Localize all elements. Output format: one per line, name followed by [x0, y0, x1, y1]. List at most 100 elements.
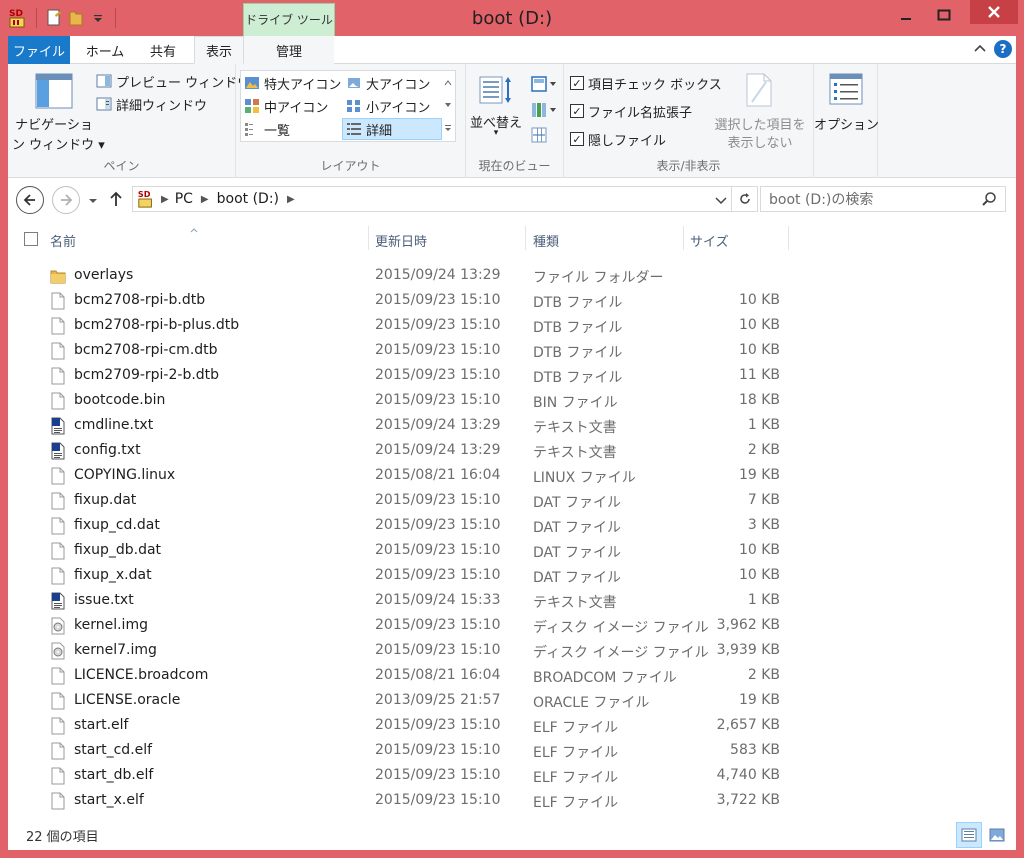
file-row[interactable]: issue.txt 2015/09/24 15:33 テキスト文書 1 KB — [8, 589, 1016, 614]
file-icon — [50, 692, 66, 710]
close-button[interactable] — [970, 0, 1018, 24]
quick-access-toolbar: SD — [8, 6, 120, 30]
properties-icon[interactable] — [45, 9, 63, 27]
address-bar[interactable]: SD ▶ PC ▶ boot (D:) ▶ — [132, 186, 758, 212]
file-row[interactable]: fixup_db.dat 2015/09/23 15:10 DAT ファイル 10 K… — [8, 539, 1016, 564]
layout-gallery-scroll[interactable] — [442, 72, 454, 140]
select-all-checkbox[interactable] — [24, 232, 38, 246]
group-layout: 特大アイコン 大アイコン 中アイコン 小アイコン 一覧 詳細 レイアウト — [236, 64, 466, 178]
column-header-size[interactable]: サイズ — [690, 226, 788, 254]
collapse-ribbon-icon[interactable] — [974, 42, 986, 57]
file-size: 2 KB — [747, 442, 780, 458]
file-row[interactable]: bootcode.bin 2015/09/23 15:10 BIN ファイル 18 K… — [8, 389, 1016, 414]
recent-locations-button[interactable] — [88, 194, 98, 209]
file-row[interactable]: bcm2708-rpi-b-plus.dtb 2015/09/23 15:10 DT… — [8, 314, 1016, 339]
minimize-button[interactable] — [888, 0, 924, 30]
file-row[interactable]: bcm2709-rpi-2-b.dtb 2015/09/23 15:10 DTB フ… — [8, 364, 1016, 389]
new-folder-icon[interactable] — [67, 9, 85, 27]
tab-view[interactable]: 表示 — [194, 36, 244, 64]
qat-separator — [36, 8, 37, 28]
layout-large-icons[interactable]: 大アイコン — [346, 72, 430, 94]
file-type: DTB ファイル — [533, 320, 623, 336]
column-header-type[interactable]: 種類 — [533, 226, 683, 254]
file-row[interactable]: kernel.img 2015/09/23 15:10 ディスク イメージ ファイル… — [8, 614, 1016, 639]
file-row[interactable]: LICENCE.broadcom 2015/08/21 16:04 BROADCOM… — [8, 664, 1016, 689]
add-columns-button[interactable] — [530, 100, 558, 120]
tab-file[interactable]: ファイル — [8, 36, 70, 64]
file-name: config.txt — [74, 442, 141, 458]
column-separator[interactable] — [368, 226, 369, 250]
file-row[interactable]: start_db.elf 2015/09/23 15:10 ELF ファイル 4,74… — [8, 764, 1016, 789]
back-button[interactable] — [16, 186, 44, 214]
file-row[interactable]: cmdline.txt 2015/09/24 13:29 テキスト文書 1 KB — [8, 414, 1016, 439]
group-by-button[interactable] — [530, 74, 558, 94]
column-header-name[interactable]: 名前 — [50, 226, 368, 254]
tab-home[interactable]: ホーム — [78, 36, 132, 64]
file-row[interactable]: fixup_cd.dat 2015/09/23 15:10 DAT ファイル 3 KB — [8, 514, 1016, 539]
breadcrumb-separator[interactable]: ▶ — [287, 194, 295, 205]
layout-extra-large-icons[interactable]: 特大アイコン — [244, 72, 341, 94]
search-icon[interactable] — [981, 191, 997, 211]
address-history-dropdown[interactable] — [715, 193, 727, 209]
title-bar: SD ドライブ ツール boot (D:) — [0, 0, 1024, 37]
customize-qat-icon[interactable] — [89, 9, 107, 27]
file-row[interactable]: fixup.dat 2015/09/23 15:10 DAT ファイル 7 KB — [8, 489, 1016, 514]
options-button[interactable]: オプション — [814, 70, 879, 140]
file-row[interactable]: LICENSE.oracle 2013/09/25 21:57 ORACLE ファイ… — [8, 689, 1016, 714]
preview-pane-button[interactable]: プレビュー ウィンドウ — [96, 70, 250, 92]
file-type: LINUX ファイル — [533, 470, 636, 486]
breadcrumb-boot-drive[interactable]: boot (D:) — [217, 191, 279, 207]
search-box[interactable]: boot (D:)の検索 — [760, 186, 1006, 212]
size-columns-button[interactable] — [530, 126, 550, 146]
layout-medium-icons[interactable]: 中アイコン — [244, 95, 328, 117]
breadcrumb-separator[interactable]: ▶ — [201, 194, 209, 205]
refresh-button[interactable] — [731, 187, 757, 211]
file-row[interactable]: start_x.elf 2015/09/23 15:10 ELF ファイル 3,722… — [8, 789, 1016, 814]
maximize-button[interactable] — [926, 0, 962, 30]
column-separator[interactable] — [788, 226, 789, 250]
hide-selected-items-button[interactable]: 選択した項目を 表示しない — [710, 70, 810, 151]
item-checkboxes-checkbox[interactable]: ✓ — [570, 76, 584, 90]
item-checkboxes-toggle[interactable]: ✓ 項目チェック ボックス — [570, 72, 722, 94]
file-row[interactable]: fixup_x.dat 2015/09/23 15:10 DAT ファイル 10 KB — [8, 564, 1016, 589]
hidden-items-toggle[interactable]: ✓ 隠しファイル — [570, 128, 666, 150]
file-name: fixup_cd.dat — [74, 517, 160, 533]
file-type: DTB ファイル — [533, 295, 623, 311]
file-row[interactable]: bcm2708-rpi-cm.dtb 2015/09/23 15:10 DTB ファ… — [8, 339, 1016, 364]
file-size: 2,657 KB — [716, 717, 780, 733]
details-pane-button[interactable]: 詳細ウィンドウ — [96, 93, 207, 115]
list-icon — [245, 123, 253, 136]
up-button[interactable] — [108, 190, 124, 212]
file-row[interactable]: config.txt 2015/09/24 13:29 テキスト文書 2 KB — [8, 439, 1016, 464]
layout-details[interactable]: 詳細 — [342, 118, 442, 140]
file-type: テキスト文書 — [533, 445, 617, 461]
layout-list[interactable]: 一覧 — [244, 118, 290, 140]
file-row[interactable]: overlays 2015/09/24 13:29 ファイル フォルダー — [8, 264, 1016, 289]
tab-share[interactable]: 共有 — [136, 36, 190, 64]
hidden-items-checkbox[interactable]: ✓ — [570, 132, 584, 146]
navigation-pane-button[interactable]: ナビゲーショ ン ウィンドウ ▾ — [12, 70, 105, 156]
navigation-bar: SD ▶ PC ▶ boot (D:) ▶ boot (D:)の検索 — [8, 178, 1016, 222]
file-row[interactable]: COPYING.linux 2015/08/21 16:04 LINUX ファイル 1… — [8, 464, 1016, 489]
forward-button[interactable] — [52, 186, 80, 214]
breadcrumb-separator[interactable]: ▶ — [161, 194, 169, 205]
sort-by-button[interactable]: 並べ替え ▾ — [468, 70, 522, 146]
large-icons-view-icon — [989, 828, 1005, 842]
sd-card-app-icon[interactable]: SD — [8, 7, 28, 29]
file-extensions-checkbox[interactable]: ✓ — [570, 104, 584, 118]
file-row[interactable]: kernel7.img 2015/09/23 15:10 ディスク イメージ ファイ… — [8, 639, 1016, 664]
preview-pane-icon — [96, 74, 112, 88]
layout-small-icons[interactable]: 小アイコン — [346, 95, 430, 117]
help-icon[interactable]: ? — [994, 40, 1012, 58]
details-view-button[interactable] — [956, 822, 982, 848]
file-row[interactable]: start_cd.elf 2015/09/23 15:10 ELF ファイル 583 … — [8, 739, 1016, 764]
tab-manage[interactable]: 管理 — [244, 36, 334, 64]
file-row[interactable]: bcm2708-rpi-b.dtb 2015/09/23 15:10 DTB ファイ… — [8, 289, 1016, 314]
column-separator[interactable] — [525, 226, 526, 250]
file-extensions-toggle[interactable]: ✓ ファイル名拡張子 — [570, 100, 692, 122]
file-row[interactable]: start.elf 2015/09/23 15:10 ELF ファイル 2,657 K… — [8, 714, 1016, 739]
column-header-date[interactable]: 更新日時 — [375, 226, 525, 254]
column-separator[interactable] — [683, 226, 684, 250]
breadcrumb-pc[interactable]: PC — [175, 191, 193, 207]
large-icons-view-button[interactable] — [984, 822, 1010, 848]
